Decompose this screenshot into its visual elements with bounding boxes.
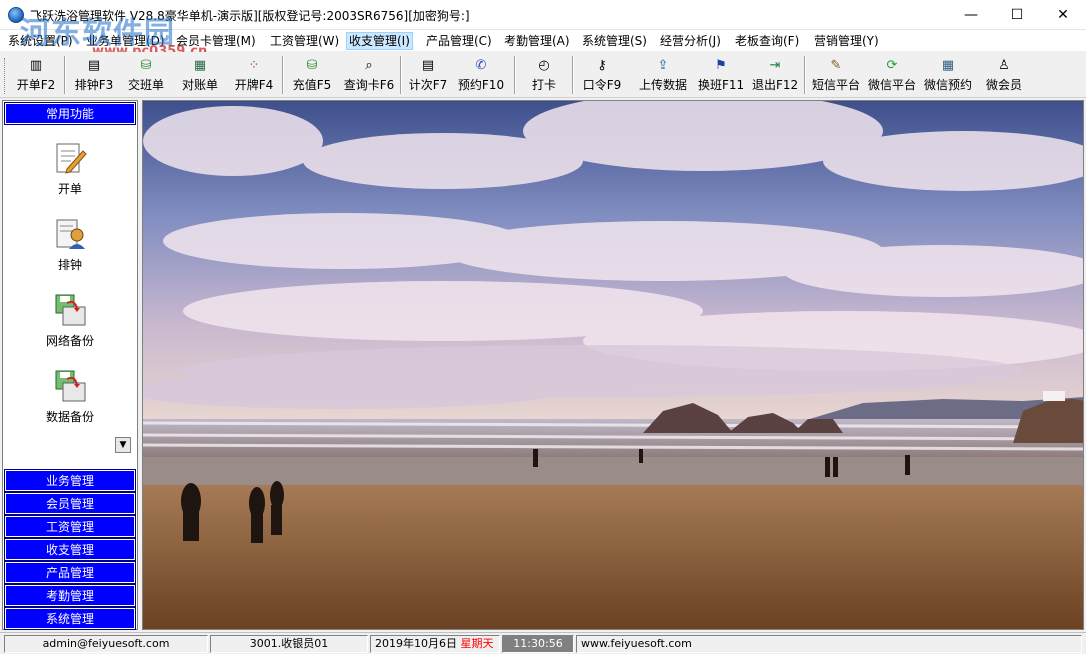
background-beach-photo xyxy=(142,100,1084,630)
open-tag-button[interactable]: ⁘ 开牌F4 xyxy=(232,56,276,96)
toolbar-separator xyxy=(514,56,516,94)
exit-door-icon: ⇥ xyxy=(769,58,781,73)
money-bag-icon: ⛁ xyxy=(306,58,318,73)
runner-icon: ⚑ xyxy=(715,58,727,73)
app-icon xyxy=(8,7,24,23)
key-icon: ⚷ xyxy=(597,58,607,73)
member-icon: ♙ xyxy=(998,58,1010,73)
upload-data-button[interactable]: ⇪ 上传数据 xyxy=(636,56,690,96)
tag-grid-icon: ⁘ xyxy=(248,58,260,73)
menu-income-expense[interactable]: 收支管理(I) xyxy=(346,32,413,50)
sidebar-item-network-backup[interactable]: 网络备份 xyxy=(23,293,117,349)
toolbar-separator xyxy=(64,56,66,94)
close-button[interactable]: ✕ xyxy=(1040,0,1086,30)
micro-member-button[interactable]: ♙ 微会员 xyxy=(984,56,1024,96)
sidebar-header-common[interactable]: 常用功能 xyxy=(4,102,136,125)
backup-floppy-icon xyxy=(53,293,87,327)
wechat-reservation-button[interactable]: ▦ 微信预约 xyxy=(922,56,974,96)
document-person-icon xyxy=(53,217,87,251)
menu-attendance[interactable]: 考勤管理(A) xyxy=(502,32,572,50)
sms-platform-button[interactable]: ✎ 短信平台 xyxy=(810,56,862,96)
upload-icon: ⇪ xyxy=(657,58,669,73)
menu-system-management[interactable]: 系统管理(S) xyxy=(580,32,649,50)
menu-system-settings[interactable]: 系统设置(P) xyxy=(6,32,75,50)
shift-report-button[interactable]: ⛁ 交班单 xyxy=(124,56,168,96)
toolbar-separator xyxy=(400,56,402,94)
password-button[interactable]: ⚷ 口令F9 xyxy=(580,56,624,96)
wechat-icon: ⟳ xyxy=(886,58,898,73)
toolbar-grip xyxy=(4,58,7,94)
clock-in-button[interactable]: ◴ 打卡 xyxy=(524,56,564,96)
menu-boss-query[interactable]: 老板查询(F) xyxy=(733,32,801,50)
wechat-platform-button[interactable]: ⟳ 微信平台 xyxy=(866,56,918,96)
toolbar-separator xyxy=(804,56,806,94)
sidebar: 常用功能 开单 排钟 网络备份 数据备份 ▼ 业务管理 会员管理 工资管理 收支… xyxy=(2,100,138,630)
exit-button[interactable]: ⇥ 退出F12 xyxy=(752,56,798,96)
maximize-button[interactable]: ☐ xyxy=(994,0,1040,30)
schedule-icon: ▤ xyxy=(87,58,101,73)
phone-icon: ✆ xyxy=(475,58,487,73)
menu-bar: 系统设置(P) 业务单管理(D) 会员卡管理(M) 工资管理(W) 收支管理(I… xyxy=(0,30,1086,51)
recharge-button[interactable]: ⛁ 充值F5 xyxy=(290,56,334,96)
backup-floppy-icon xyxy=(53,369,87,403)
menu-business-orders[interactable]: 业务单管理(D) xyxy=(84,32,167,50)
sidebar-section-business[interactable]: 业务管理 xyxy=(4,469,136,492)
menu-member-cards[interactable]: 会员卡管理(M) xyxy=(174,32,258,50)
sidebar-section-attendance[interactable]: 考勤管理 xyxy=(4,584,136,607)
sidebar-item-open-order[interactable]: 开单 xyxy=(23,141,117,197)
order-icon: ▥ xyxy=(29,58,43,73)
menu-business-analysis[interactable]: 经营分析(J) xyxy=(658,32,723,50)
status-date-cell: 2019年10月6日 星期天 xyxy=(370,635,500,653)
status-website: www.feiyuesoft.com xyxy=(576,635,1082,653)
sidebar-scroll-down-button[interactable]: ▼ xyxy=(115,437,131,453)
status-cashier: 3001.收银员01 xyxy=(210,635,368,653)
sidebar-item-schedule[interactable]: 排钟 xyxy=(23,217,117,273)
sidebar-section-members[interactable]: 会员管理 xyxy=(4,492,136,515)
status-weekday: 星期天 xyxy=(460,637,494,650)
binoculars-icon: ⌕ xyxy=(365,58,373,73)
status-bar: admin@feiyuesoft.com 3001.收银员01 2019年10月… xyxy=(0,632,1086,654)
edit-note-icon: ✎ xyxy=(830,58,842,73)
toolbar: ▥ 开单F2 ▤ 排钟F3 ⛁ 交班单 ▦ 对账单 ⁘ 开牌F4 ⛁ 充值F5 … xyxy=(0,52,1086,98)
toolbar-separator xyxy=(572,56,574,94)
clock-icon: ◴ xyxy=(538,58,550,73)
title-bar: 飞跃洗浴管理软件 V28.8豪华单机-演示版][版权登记号:2003SR6756… xyxy=(0,0,1086,30)
sidebar-item-data-backup[interactable]: 数据备份 xyxy=(23,369,117,425)
card-query-button[interactable]: ⌕ 查询卡F6 xyxy=(342,56,396,96)
schedule-button[interactable]: ▤ 排钟F3 xyxy=(72,56,116,96)
change-shift-button[interactable]: ⚑ 换班F11 xyxy=(698,56,744,96)
toolbar-separator xyxy=(282,56,284,94)
sidebar-section-system[interactable]: 系统管理 xyxy=(4,607,136,630)
menu-marketing[interactable]: 营销管理(Y) xyxy=(812,32,881,50)
sidebar-section-income-expense[interactable]: 收支管理 xyxy=(4,538,136,561)
open-order-button[interactable]: ▥ 开单F2 xyxy=(14,56,58,96)
status-time: 11:30:56 xyxy=(502,635,574,653)
status-date: 2019年10月6日 xyxy=(375,637,457,650)
calendar-icon: ▦ xyxy=(941,58,955,73)
reservation-button[interactable]: ✆ 预约F10 xyxy=(456,56,506,96)
status-user: admin@feiyuesoft.com xyxy=(4,635,208,653)
count-button[interactable]: ▤ 计次F7 xyxy=(406,56,450,96)
notepad-pencil-icon xyxy=(53,141,87,175)
ledger-icon: ▦ xyxy=(193,58,207,73)
money-bag-icon: ⛁ xyxy=(140,58,152,73)
minimize-button[interactable]: — xyxy=(948,0,994,30)
reconciliation-button[interactable]: ▦ 对账单 xyxy=(178,56,222,96)
window-title: 飞跃洗浴管理软件 V28.8豪华单机-演示版][版权登记号:2003SR6756… xyxy=(30,9,470,23)
menu-products[interactable]: 产品管理(C) xyxy=(424,32,494,50)
menu-payroll[interactable]: 工资管理(W) xyxy=(268,32,341,50)
counter-icon: ▤ xyxy=(421,58,435,73)
sidebar-section-payroll[interactable]: 工资管理 xyxy=(4,515,136,538)
sidebar-section-products[interactable]: 产品管理 xyxy=(4,561,136,584)
